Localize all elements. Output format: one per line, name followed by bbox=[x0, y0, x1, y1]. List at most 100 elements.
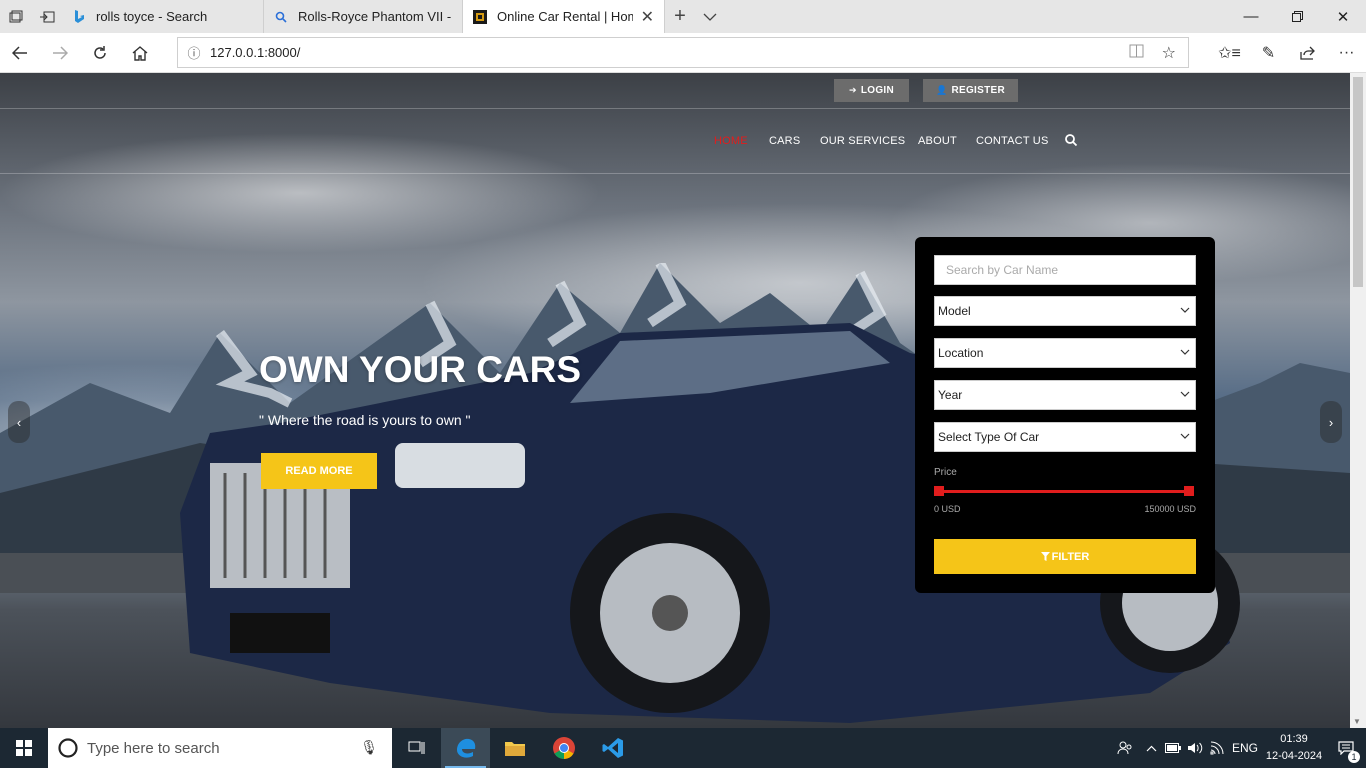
vscode-icon[interactable] bbox=[588, 728, 637, 768]
refresh-icon[interactable] bbox=[80, 33, 120, 73]
favorite-star-icon[interactable]: ☆ bbox=[1162, 43, 1176, 63]
action-center-icon[interactable]: 1 bbox=[1326, 741, 1366, 763]
back-icon[interactable] bbox=[0, 33, 40, 73]
taskbar-search-placeholder: Type here to search bbox=[87, 739, 220, 757]
read-more-button[interactable]: READ MORE bbox=[261, 453, 377, 489]
browser-tab-bar: rolls toyce - Search Rolls-Royce Phantom… bbox=[0, 0, 1366, 33]
car-type-select[interactable]: Select Type Of Car bbox=[934, 422, 1196, 452]
site-logo-icon bbox=[473, 9, 487, 24]
filter-button[interactable]: FILTER bbox=[934, 539, 1196, 574]
set-aside-tabs-icon[interactable] bbox=[31, 0, 62, 33]
notification-count: 1 bbox=[1348, 751, 1360, 763]
chevron-down-icon bbox=[1180, 349, 1190, 355]
address-toolbar: ⓘ 127.0.0.1:8000/ ☆ ✩≡ ✎ ··· bbox=[0, 33, 1366, 73]
windows-taskbar: Type here to search 🎙 ENG 01:39 12-04-20… bbox=[0, 728, 1366, 768]
chevron-down-icon bbox=[1180, 391, 1190, 397]
taskbar-clock[interactable]: 01:39 12-04-2024 bbox=[1262, 731, 1326, 765]
search-icon bbox=[274, 10, 288, 24]
price-min-handle[interactable] bbox=[934, 486, 944, 496]
nav-our-services[interactable]: OUR SERVICES bbox=[820, 135, 905, 147]
chevron-down-icon bbox=[1180, 433, 1190, 439]
model-select[interactable]: Model bbox=[934, 296, 1196, 326]
share-icon[interactable] bbox=[1288, 33, 1327, 73]
home-icon[interactable] bbox=[120, 33, 160, 73]
car-name-search-input[interactable]: Search by Car Name bbox=[934, 255, 1196, 285]
system-tray: ENG 01:39 12-04-2024 1 bbox=[1110, 728, 1366, 768]
more-menu-icon[interactable]: ··· bbox=[1327, 33, 1366, 73]
login-button[interactable]: ➔ LOGIN bbox=[834, 79, 909, 102]
people-icon[interactable] bbox=[1110, 741, 1140, 755]
minimize-icon[interactable]: — bbox=[1228, 0, 1274, 33]
user-plus-icon: 👤 bbox=[935, 85, 948, 95]
close-window-icon[interactable]: ✕ bbox=[1320, 0, 1366, 33]
location-select[interactable]: Location bbox=[934, 338, 1196, 368]
nav-cars[interactable]: CARS bbox=[769, 135, 800, 147]
price-min-value: 0 USD bbox=[934, 504, 961, 514]
tab-list-chevron-icon[interactable] bbox=[695, 0, 725, 33]
price-label: Price bbox=[934, 467, 957, 478]
register-label: REGISTER bbox=[951, 85, 1006, 96]
price-max-handle[interactable] bbox=[1184, 486, 1194, 496]
scrollbar-thumb[interactable] bbox=[1353, 77, 1363, 287]
topbar-divider bbox=[0, 108, 1350, 109]
site-info-icon[interactable]: ⓘ bbox=[178, 43, 210, 62]
windows-start-icon[interactable] bbox=[0, 728, 48, 768]
funnel-icon bbox=[1040, 552, 1050, 561]
volume-icon[interactable] bbox=[1184, 742, 1206, 754]
task-view-icon[interactable] bbox=[392, 728, 441, 768]
input-language[interactable]: ENG bbox=[1228, 741, 1262, 755]
battery-icon[interactable] bbox=[1162, 743, 1184, 753]
slider-next-icon[interactable]: › bbox=[1320, 401, 1342, 443]
search-icon[interactable] bbox=[1064, 133, 1078, 147]
clock-time: 01:39 bbox=[1280, 733, 1308, 745]
tab-rolls-search[interactable]: rolls toyce - Search bbox=[62, 0, 264, 33]
browser-tools: ✩≡ ✎ ··· bbox=[1210, 33, 1366, 73]
nav-divider bbox=[0, 173, 1350, 174]
cortana-icon bbox=[58, 738, 78, 758]
reading-view-icon[interactable] bbox=[1129, 44, 1144, 61]
nav-contact-us[interactable]: CONTACT US bbox=[976, 135, 1049, 147]
favorites-icon[interactable]: ✩≡ bbox=[1210, 33, 1249, 73]
window-controls: — ✕ bbox=[1228, 0, 1366, 33]
nav-about[interactable]: ABOUT bbox=[918, 135, 957, 147]
restore-icon[interactable] bbox=[1274, 0, 1320, 33]
tab-actions-icon[interactable] bbox=[0, 0, 31, 33]
slider-prev-icon[interactable]: ‹ bbox=[8, 401, 30, 443]
bing-icon bbox=[72, 10, 86, 24]
microphone-icon[interactable]: 🎙 bbox=[360, 739, 378, 756]
price-max-value: 150000 USD bbox=[1144, 504, 1196, 514]
model-value: Model bbox=[938, 304, 971, 318]
edge-taskbar-icon[interactable] bbox=[441, 728, 490, 768]
register-button[interactable]: 👤 REGISTER bbox=[923, 79, 1018, 102]
url-bar[interactable]: ⓘ 127.0.0.1:8000/ ☆ bbox=[177, 37, 1189, 68]
location-value: Location bbox=[938, 346, 984, 360]
year-value: Year bbox=[938, 388, 963, 402]
scroll-down-icon[interactable]: ▼ bbox=[1353, 717, 1361, 726]
url-text: 127.0.0.1:8000/ bbox=[210, 45, 301, 60]
new-tab-icon[interactable]: + bbox=[665, 0, 695, 33]
price-range-track[interactable] bbox=[939, 490, 1189, 493]
clock-date: 12-04-2024 bbox=[1265, 750, 1323, 762]
login-label: LOGIN bbox=[860, 85, 894, 96]
tab-rolls-phantom[interactable]: Rolls-Royce Phantom VII - S bbox=[264, 0, 463, 33]
filter-label: FILTER bbox=[1051, 550, 1090, 563]
nav-home[interactable]: HOME bbox=[714, 135, 748, 147]
tab-title: Rolls-Royce Phantom VII - S bbox=[298, 9, 452, 24]
tab-online-car-rental[interactable]: Online Car Rental | Hom ✕ bbox=[463, 0, 665, 33]
year-select[interactable]: Year bbox=[934, 380, 1196, 410]
chrome-icon[interactable] bbox=[539, 728, 588, 768]
sign-in-icon: ➔ bbox=[848, 85, 857, 95]
tab-title: rolls toyce - Search bbox=[96, 9, 208, 24]
close-tab-icon[interactable]: ✕ bbox=[641, 7, 654, 27]
hero-title: OWN YOUR CARS bbox=[259, 349, 582, 390]
forward-icon[interactable] bbox=[40, 33, 80, 73]
chevron-down-icon bbox=[1180, 307, 1190, 313]
taskbar-search-box[interactable]: Type here to search 🎙 bbox=[48, 728, 392, 768]
show-hidden-icons-chevron-icon[interactable] bbox=[1140, 745, 1162, 752]
file-explorer-icon[interactable] bbox=[490, 728, 539, 768]
network-icon[interactable] bbox=[1206, 741, 1228, 755]
car-type-value: Select Type Of Car bbox=[938, 430, 1040, 444]
hero-subtitle: " Where the road is yours to own " bbox=[259, 412, 471, 428]
page-scrollbar[interactable]: ▼ bbox=[1350, 73, 1366, 728]
notes-pen-icon[interactable]: ✎ bbox=[1249, 33, 1288, 73]
